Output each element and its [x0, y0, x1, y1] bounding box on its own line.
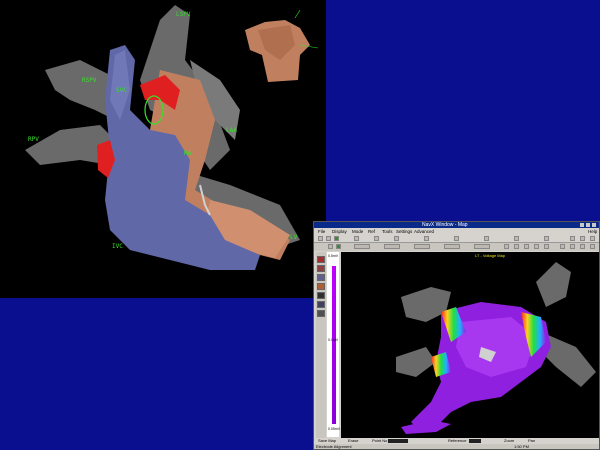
tool-button[interactable]: [374, 236, 379, 241]
tool-button[interactable]: [504, 244, 509, 249]
dropdown[interactable]: [414, 244, 430, 249]
tool-button[interactable]: [334, 236, 339, 241]
menu-help[interactable]: Help: [588, 228, 597, 235]
tool-button[interactable]: [514, 236, 519, 241]
scale-bottom-label: 0.05mV: [328, 427, 341, 431]
voltage-map-render: [396, 262, 596, 434]
tool-button[interactable]: [534, 244, 539, 249]
thumbnail-icon[interactable]: [317, 274, 325, 281]
menu-display[interactable]: Display: [332, 228, 347, 235]
view-side-panel: [316, 252, 326, 442]
close-button[interactable]: [592, 223, 596, 227]
tool-button[interactable]: [326, 236, 331, 241]
anatomy-render: [25, 5, 319, 270]
tool-button[interactable]: [514, 244, 519, 249]
toolbar-top: [314, 235, 599, 243]
thumbnail-icon[interactable]: [317, 265, 325, 272]
tool-button[interactable]: [580, 244, 585, 249]
point-no-field[interactable]: [388, 439, 408, 443]
map-title: LT - Voltage Map: [475, 253, 506, 258]
tool-button[interactable]: [354, 236, 359, 241]
thumbnail-icon[interactable]: [317, 310, 325, 317]
mapping-app-window[interactable]: NavX Window - Map File Display Mode Ref …: [313, 221, 600, 450]
3d-anatomy-view[interactable]: LSPV RSPV SVC RPV LAA RA IVC LV: [0, 0, 326, 298]
bottom-status-bar: Electrode Alignment 1:50 PM: [314, 444, 599, 449]
voltage-map-view[interactable]: LT - Voltage Map: [341, 252, 599, 438]
menu-advanced[interactable]: Advanced: [414, 228, 434, 235]
tool-button[interactable]: [454, 236, 459, 241]
label-rspv: RSPV: [82, 77, 97, 84]
label-lspv: LSPV: [176, 11, 191, 18]
label-ivc: IVC: [112, 243, 123, 250]
thumbnail-icon[interactable]: [317, 256, 325, 263]
menu-mode[interactable]: Mode: [352, 228, 363, 235]
toolbar-secondary: [314, 243, 599, 251]
scale-mid-label: 0.1mV: [328, 338, 339, 342]
tool-button[interactable]: [590, 244, 595, 249]
thumbnail-icon[interactable]: [317, 292, 325, 299]
tool-button[interactable]: [484, 236, 489, 241]
menu-tools[interactable]: Tools: [382, 228, 393, 235]
label-lv: LV: [290, 234, 298, 241]
bottom-status-text: Electrode Alignment: [316, 444, 352, 449]
thumbnail-icon[interactable]: [317, 301, 325, 308]
tool-button[interactable]: [318, 236, 323, 241]
maximize-button[interactable]: [586, 223, 590, 227]
label-svc: SVC: [116, 87, 127, 94]
tool-button[interactable]: [544, 236, 549, 241]
clock-text: 1:50 PM: [514, 444, 529, 449]
label-ra: RA: [184, 150, 192, 157]
tool-button[interactable]: [524, 244, 529, 249]
menu-file[interactable]: File: [318, 228, 325, 235]
label-laa: LAA: [226, 127, 237, 134]
tool-button[interactable]: [590, 236, 595, 241]
menu-ref[interactable]: Ref: [368, 228, 375, 235]
label-rpv: RPV: [28, 136, 39, 143]
scale-top-label: 0.5mV: [328, 254, 339, 258]
tool-button[interactable]: [328, 244, 333, 249]
dropdown[interactable]: [444, 244, 460, 249]
dropdown[interactable]: [384, 244, 400, 249]
dropdown[interactable]: [354, 244, 370, 249]
tool-button[interactable]: [394, 236, 399, 241]
dropdown[interactable]: [474, 244, 490, 249]
tool-button[interactable]: [336, 244, 341, 249]
scale-color-bar[interactable]: [332, 266, 336, 424]
tool-button[interactable]: [544, 244, 549, 249]
tool-button[interactable]: [560, 244, 565, 249]
menu-bar: File Display Mode Ref Tools Settings Adv…: [314, 228, 599, 235]
tool-button[interactable]: [424, 236, 429, 241]
voltage-scale: 0.5mV 0.1mV 0.05mV: [327, 252, 341, 437]
menu-settings[interactable]: Settings: [396, 228, 412, 235]
tool-button[interactable]: [580, 236, 585, 241]
tool-button[interactable]: [570, 236, 575, 241]
reference-field[interactable]: [469, 439, 481, 443]
minimize-button[interactable]: [580, 223, 584, 227]
thumbnail-icon[interactable]: [317, 283, 325, 290]
tool-button[interactable]: [570, 244, 575, 249]
